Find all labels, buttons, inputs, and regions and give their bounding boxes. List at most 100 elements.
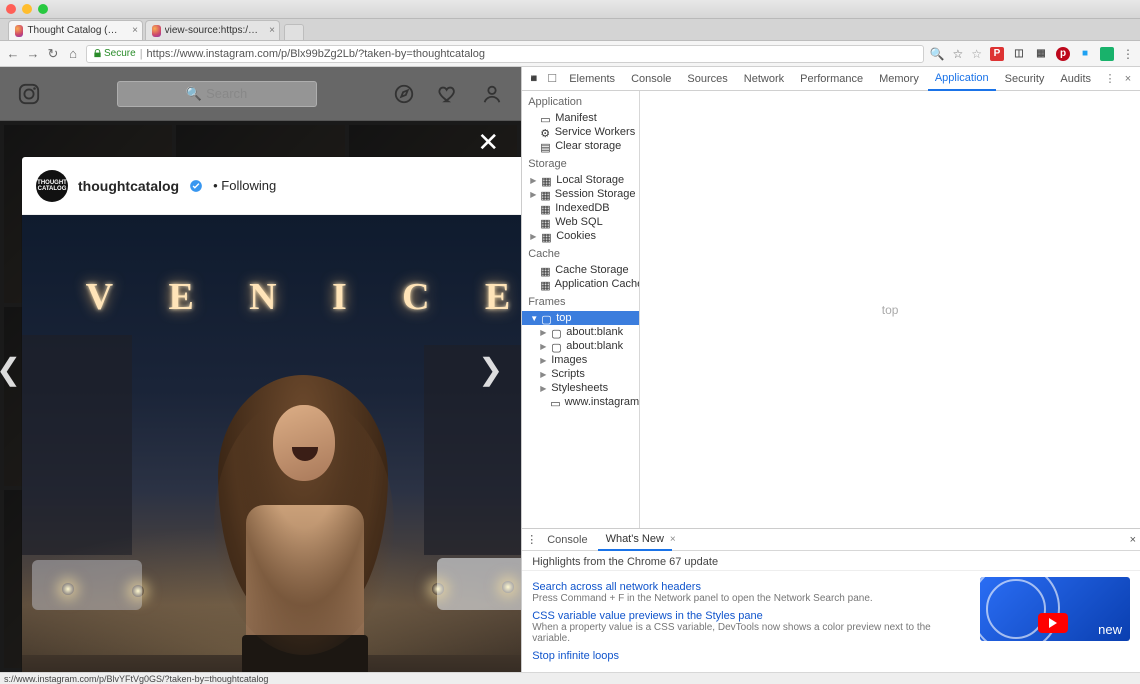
activity-heart-icon[interactable]	[437, 83, 459, 105]
tree-item-top[interactable]: ▼▢top	[522, 311, 639, 325]
window-close-dot[interactable]	[6, 4, 16, 14]
whats-new-features: Search across all network headers Press …	[532, 577, 970, 668]
devtools-tab-performance[interactable]: Performance	[793, 67, 870, 91]
back-icon[interactable]: ←	[6, 46, 20, 61]
close-modal-icon[interactable]: ✕	[477, 127, 499, 158]
db-icon: ▦	[540, 189, 550, 200]
devtools-tab-security[interactable]: Security	[998, 67, 1052, 91]
prev-photo-arrow-icon[interactable]: ❮	[0, 352, 21, 387]
address-bar[interactable]: Secure | https://www.instagram.com/p/Blx…	[86, 45, 924, 63]
tree-section-application: Application	[522, 91, 639, 111]
url-text: https://www.instagram.com/p/Blx99bZg2Lb/…	[147, 48, 485, 60]
post-header: THOUGHT CATALOG thoughtcatalog • Followi…	[22, 157, 521, 215]
browser-tab[interactable]: view-source:https://www.insta ×	[145, 20, 280, 40]
translate-icon[interactable]: ☆	[952, 47, 963, 61]
devtools-tab-console[interactable]: Console	[624, 67, 678, 91]
tree-item[interactable]: ▶▦Local Storage	[522, 173, 639, 187]
next-photo-arrow-icon[interactable]: ❯	[478, 352, 503, 387]
tab-close-icon[interactable]: ×	[132, 25, 138, 36]
status-url: s://www.instagram.com/p/BlvYFtVg0GS/?tak…	[4, 674, 268, 684]
tree-item[interactable]: ▶Scripts	[522, 367, 639, 381]
pinterest-icon[interactable]: p	[1056, 47, 1070, 61]
bookmark-icon[interactable]: ☆	[971, 47, 982, 61]
devtools-tab-audits[interactable]: Audits	[1053, 67, 1098, 91]
author-username[interactable]: thoughtcatalog	[78, 178, 179, 194]
following-label[interactable]: • Following	[213, 178, 276, 193]
forward-icon[interactable]: →	[26, 46, 40, 61]
file-icon: ▭	[550, 397, 560, 408]
tree-section-cache: Cache	[522, 243, 639, 263]
devtools-tab-application[interactable]: Application	[928, 67, 996, 91]
devtools-tab-elements[interactable]: Elements	[562, 67, 622, 91]
devtools-more-icon[interactable]: ⋮	[1102, 72, 1118, 85]
explore-icon[interactable]	[393, 83, 415, 105]
devtools-tab-memory[interactable]: Memory	[872, 67, 926, 91]
tree-item[interactable]: ▶Stylesheets	[522, 381, 639, 395]
tree-item[interactable]: ▶▦Cookies	[522, 229, 639, 243]
post-photo[interactable]: V E N I C E	[22, 215, 521, 672]
promo-label: new	[1098, 622, 1122, 637]
tree-item[interactable]: ▦Cache Storage	[522, 263, 639, 277]
extension-icon[interactable]: ▦	[1034, 47, 1048, 61]
secure-label: Secure	[104, 48, 136, 59]
chrome-menu-icon[interactable]: ⋮	[1122, 47, 1134, 61]
instagram-logo-icon[interactable]	[18, 83, 40, 105]
tree-item[interactable]: ▶▢about:blank	[522, 325, 639, 339]
db-icon: ▦	[540, 217, 551, 228]
home-icon[interactable]: ⌂	[66, 46, 80, 61]
devtools-close-icon[interactable]: ×	[1120, 73, 1136, 85]
zoom-icon[interactable]: 🔍	[930, 47, 945, 61]
lock-icon	[93, 49, 102, 58]
window-max-dot[interactable]	[38, 4, 48, 14]
application-sidebar[interactable]: Application ▭Manifest ⚙Service Workers ▤…	[522, 91, 640, 528]
profile-icon[interactable]	[481, 83, 503, 105]
tree-item[interactable]: ▦IndexedDB	[522, 201, 639, 215]
device-toggle-icon[interactable]: ☐	[544, 72, 560, 85]
tree-item[interactable]: ▦Application Cache	[522, 277, 639, 291]
tree-item[interactable]: ▶▢about:blank	[522, 339, 639, 353]
tree-item[interactable]: ⚙Service Workers	[522, 125, 639, 139]
secure-badge: Secure	[93, 48, 136, 59]
tree-item[interactable]: ▭www.instagram.com/	[522, 395, 639, 409]
db-icon: ▦	[540, 279, 550, 290]
frame-icon: ▢	[551, 341, 562, 352]
extension-icon[interactable]: ■	[1078, 47, 1092, 61]
tree-item[interactable]: ▶Images	[522, 353, 639, 367]
drawer-menu-icon[interactable]: ⋮	[526, 533, 537, 546]
extension-icon[interactable]: ◫	[1012, 47, 1026, 61]
browser-tab[interactable]: Thought Catalog (@thoughtca ×	[8, 20, 143, 40]
whats-new-promo[interactable]: new	[980, 577, 1130, 641]
extension-icon[interactable]	[1100, 47, 1114, 61]
drawer-close-icon[interactable]: ×	[1130, 534, 1136, 546]
pinterest-ext-icon[interactable]: P	[990, 47, 1004, 61]
tree-item[interactable]: ▭Manifest	[522, 111, 639, 125]
tree-item[interactable]: ▦Web SQL	[522, 215, 639, 229]
reload-icon[interactable]: ↻	[46, 46, 60, 62]
new-tab-button[interactable]	[284, 24, 304, 40]
search-icon: 🔍	[186, 86, 202, 102]
feature-item[interactable]: CSS variable value previews in the Style…	[532, 610, 970, 644]
drawer-tab-console[interactable]: Console	[539, 529, 595, 551]
tab-title: view-source:https://www.insta	[165, 25, 259, 36]
devtools-tabbar: ◾ ☐ Elements Console Sources Network Per…	[522, 67, 1140, 91]
author-avatar[interactable]: THOUGHT CATALOG	[36, 170, 68, 202]
devtools-tab-network[interactable]: Network	[737, 67, 791, 91]
feature-item[interactable]: Stop infinite loops	[532, 650, 970, 662]
tab-close-icon[interactable]: ×	[269, 25, 275, 36]
instagram-favicon-icon	[15, 25, 23, 37]
inspect-element-icon[interactable]: ◾	[526, 72, 542, 85]
window-min-dot[interactable]	[22, 4, 32, 14]
search-placeholder: Search	[206, 86, 247, 101]
drawer-tab-whatsnew[interactable]: What's New	[598, 529, 672, 551]
tree-item[interactable]: ▶▦Session Storage	[522, 187, 639, 201]
feature-item[interactable]: Search across all network headers Press …	[532, 581, 970, 604]
browser-tab-strip: Thought Catalog (@thoughtca × view-sourc…	[0, 19, 1140, 41]
drawer-tab-close-icon[interactable]: ×	[670, 534, 676, 545]
devtools-tab-sources[interactable]: Sources	[680, 67, 734, 91]
instagram-search[interactable]: 🔍 Search	[117, 81, 317, 107]
photo-subject	[198, 335, 408, 672]
tree-section-frames: Frames	[522, 291, 639, 311]
browser-toolbar: ← → ↻ ⌂ Secure | https://www.instagram.c…	[0, 41, 1140, 67]
tree-item[interactable]: ▤Clear storage	[522, 139, 639, 153]
instagram-favicon-icon	[152, 25, 161, 37]
